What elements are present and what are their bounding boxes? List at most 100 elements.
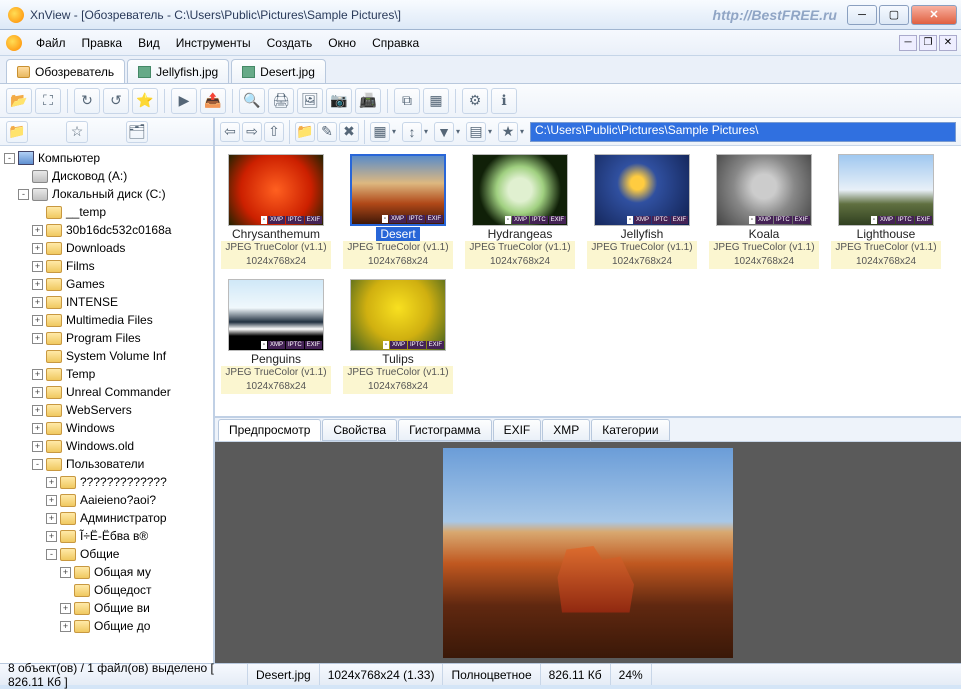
expand-toggle[interactable]: - <box>18 189 29 200</box>
tree-node[interactable]: +Общие до <box>0 617 213 635</box>
help-button[interactable]: ℹ <box>491 88 517 114</box>
fullscreen-button[interactable]: ⛶ <box>35 88 61 114</box>
expand-toggle[interactable]: + <box>32 369 43 380</box>
menu-правка[interactable]: Правка <box>74 33 131 53</box>
close-button[interactable]: ✕ <box>911 5 957 25</box>
tree-node[interactable]: +Администратор <box>0 509 213 527</box>
tree-node[interactable]: -Локальный диск (C:) <box>0 185 213 203</box>
doc-tab[interactable]: Desert.jpg <box>231 59 326 83</box>
fav-path-button[interactable]: ★ <box>498 122 518 142</box>
doc-tab[interactable]: Jellyfish.jpg <box>127 59 229 83</box>
expand-toggle[interactable]: + <box>32 279 43 290</box>
open-button[interactable]: 📂 <box>6 88 32 114</box>
expand-toggle[interactable]: - <box>46 549 57 560</box>
expand-toggle[interactable]: + <box>32 387 43 398</box>
tree-node[interactable]: +Multimedia Files <box>0 311 213 329</box>
expand-toggle[interactable]: + <box>60 567 71 578</box>
thumbnail[interactable]: ▫XMPIPTCEXIFHydrangeasJPEG TrueColor (v1… <box>465 154 575 269</box>
batch-button[interactable]: 🖼 <box>297 88 323 114</box>
refresh-button[interactable]: ↻ <box>74 88 100 114</box>
expand-toggle[interactable]: + <box>32 441 43 452</box>
settings-button[interactable]: ⚙ <box>462 88 488 114</box>
thumbnail[interactable]: ▫XMPIPTCEXIFJellyfishJPEG TrueColor (v1.… <box>587 154 697 269</box>
rename-button[interactable]: ✎ <box>317 122 337 142</box>
scan-button[interactable]: 📠 <box>355 88 381 114</box>
capture-button[interactable]: 📷 <box>326 88 352 114</box>
expand-toggle[interactable]: + <box>32 243 43 254</box>
menu-файл[interactable]: Файл <box>28 33 74 53</box>
tree-node[interactable]: +Unreal Commander <box>0 383 213 401</box>
tree-node[interactable]: __temp <box>0 203 213 221</box>
expand-toggle[interactable]: + <box>32 333 43 344</box>
thumbnail[interactable]: ▫XMPIPTCEXIFDesertJPEG TrueColor (v1.1)1… <box>343 154 453 269</box>
grid-button[interactable]: ▦ <box>423 88 449 114</box>
doc-tab[interactable]: Обозреватель <box>6 59 125 83</box>
tree-node[interactable]: Дисковод (A:) <box>0 167 213 185</box>
expand-toggle[interactable]: + <box>46 495 57 506</box>
menu-создать[interactable]: Создать <box>259 33 321 53</box>
menu-справка[interactable]: Справка <box>364 33 427 53</box>
tree-node[interactable]: +30b16dc532c0168a <box>0 221 213 239</box>
preview-tab[interactable]: Категории <box>591 419 669 441</box>
expand-toggle[interactable]: + <box>32 297 43 308</box>
expand-toggle[interactable]: - <box>32 459 43 470</box>
print-button[interactable]: 🖨 <box>268 88 294 114</box>
delete-button[interactable]: ✖ <box>339 122 359 142</box>
search-button[interactable]: 🔍 <box>239 88 265 114</box>
compare-button[interactable]: ⧉ <box>394 88 420 114</box>
tree-node[interactable]: -Компьютер <box>0 149 213 167</box>
expand-toggle[interactable]: + <box>32 423 43 434</box>
tree-node[interactable]: -Пользователи <box>0 455 213 473</box>
thumbnail[interactable]: ▫XMPIPTCEXIFChrysanthemumJPEG TrueColor … <box>221 154 331 269</box>
tree-node[interactable]: +Общая му <box>0 563 213 581</box>
tree-node[interactable]: -Общие <box>0 545 213 563</box>
new-folder-button[interactable]: 📁 <box>295 122 315 142</box>
slideshow-button[interactable]: ▶ <box>171 88 197 114</box>
tree-node[interactable]: System Volume Inf <box>0 347 213 365</box>
tree-categories-button[interactable]: 🗂 <box>126 121 148 143</box>
stop-button[interactable]: ↺ <box>103 88 129 114</box>
expand-toggle[interactable]: + <box>60 621 71 632</box>
menu-окно[interactable]: Окно <box>320 33 364 53</box>
thumbnail[interactable]: ▫XMPIPTCEXIFTulipsJPEG TrueColor (v1.1)1… <box>343 279 453 394</box>
tree-node[interactable]: +Aaieieno?aoi? <box>0 491 213 509</box>
tree-node[interactable]: +Ĩ÷Ë-Ёбва в® <box>0 527 213 545</box>
expand-toggle[interactable]: + <box>60 603 71 614</box>
view-mode-button[interactable]: ▦ <box>370 122 390 142</box>
mdi-minimize-button[interactable]: ─ <box>899 35 917 51</box>
tree-node[interactable]: Общедост <box>0 581 213 599</box>
minimize-button[interactable]: ─ <box>847 5 877 25</box>
preview-tab[interactable]: Предпросмотр <box>218 419 321 441</box>
filter-button[interactable]: ▼ <box>434 122 454 142</box>
tree-node[interactable]: +Downloads <box>0 239 213 257</box>
menu-инструменты[interactable]: Инструменты <box>168 33 259 53</box>
tree-node[interactable]: +Program Files <box>0 329 213 347</box>
tree-node[interactable]: +Windows.old <box>0 437 213 455</box>
mdi-close-button[interactable]: ✕ <box>939 35 957 51</box>
expand-toggle[interactable]: + <box>46 513 57 524</box>
tree-folder-button[interactable]: 📁 <box>6 121 28 143</box>
menu-вид[interactable]: Вид <box>130 33 168 53</box>
tree-node[interactable]: +Temp <box>0 365 213 383</box>
expand-toggle[interactable]: + <box>32 225 43 236</box>
tree-fav-button[interactable]: ☆ <box>66 121 88 143</box>
favorites-add-button[interactable]: ⭐ <box>132 88 158 114</box>
expand-toggle[interactable]: + <box>32 405 43 416</box>
up-button[interactable]: ⇧ <box>264 122 284 142</box>
layout-button[interactable]: ▤ <box>466 122 486 142</box>
tree-node[interactable]: +Games <box>0 275 213 293</box>
back-button[interactable]: ⇦ <box>220 122 240 142</box>
expand-toggle[interactable]: + <box>46 531 57 542</box>
preview-tab[interactable]: Гистограмма <box>398 419 491 441</box>
tree-node[interactable]: +INTENSE <box>0 293 213 311</box>
thumbnail[interactable]: ▫XMPIPTCEXIFLighthouseJPEG TrueColor (v1… <box>831 154 941 269</box>
tree-node[interactable]: +Windows <box>0 419 213 437</box>
expand-toggle[interactable]: + <box>32 315 43 326</box>
maximize-button[interactable]: ▢ <box>879 5 909 25</box>
tree-node[interactable]: +Общие ви <box>0 599 213 617</box>
mdi-restore-button[interactable]: ❐ <box>919 35 937 51</box>
thumbnail[interactable]: ▫XMPIPTCEXIFKoalaJPEG TrueColor (v1.1)10… <box>709 154 819 269</box>
convert-button[interactable]: 📤 <box>200 88 226 114</box>
preview-tab[interactable]: XMP <box>542 419 590 441</box>
preview-tab[interactable]: Свойства <box>322 419 397 441</box>
